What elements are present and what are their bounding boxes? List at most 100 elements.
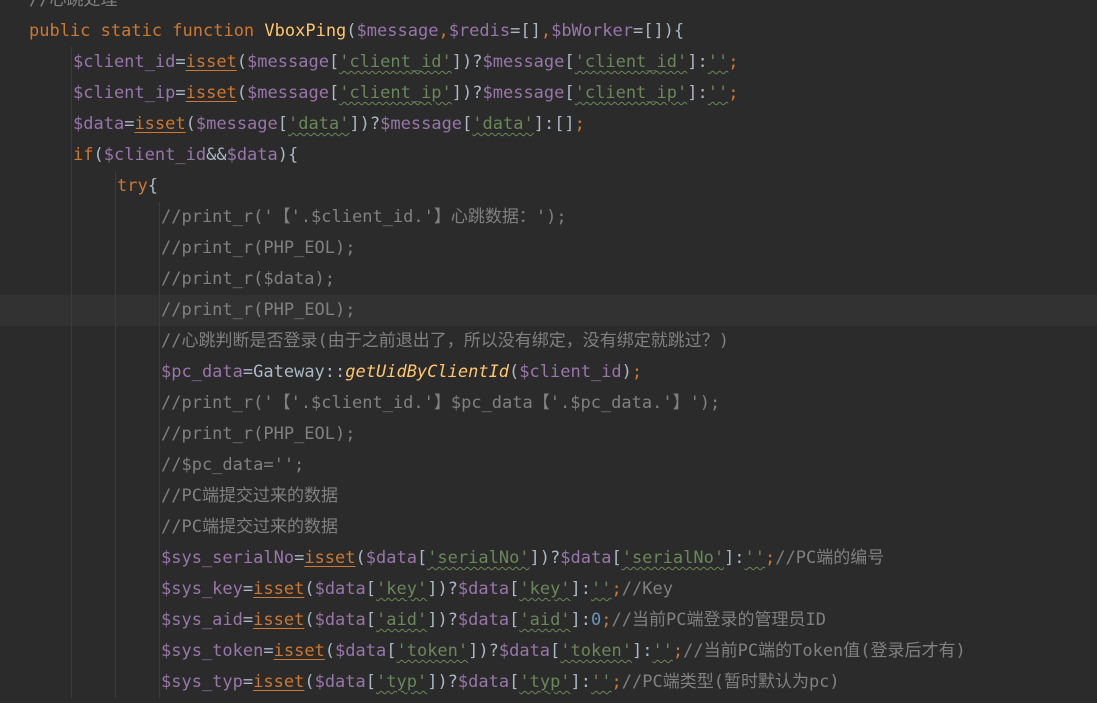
indent-guide (115, 202, 116, 233)
code-text: $sys_aid=isset($data['aid'])?$data['aid'… (161, 605, 826, 636)
indent-guide (71, 512, 72, 543)
indent-guide (71, 667, 72, 698)
code-token: ; (728, 52, 739, 72)
code-text: $data=isset($message['data'])?$message['… (73, 109, 585, 140)
code-token: [ (564, 52, 575, 72)
indent-guide (115, 357, 116, 388)
code-token: [ (611, 548, 622, 568)
code-token: $data (314, 579, 366, 599)
code-token: $message (247, 52, 329, 72)
code-line[interactable]: //print_r('【'.$client_id.'】心跳数据：'); (0, 202, 1097, 233)
code-line[interactable]: $sys_key=isset($data['key'])?$data['key'… (0, 574, 1097, 605)
code-line[interactable]: //print_r(PHP_EOL); (0, 419, 1097, 450)
indent-guide (71, 109, 72, 140)
code-token: '' (744, 548, 766, 568)
indent-guide (159, 295, 160, 326)
code-token: isset (253, 672, 305, 692)
code-token: //PC端提交过来的数据 (161, 517, 338, 537)
code-token: ]: (570, 672, 592, 692)
indent-guide (71, 233, 72, 264)
code-token: ])? (451, 52, 483, 72)
code-token: $sys_token (161, 641, 264, 661)
code-token: ( (324, 641, 336, 661)
code-line[interactable]: //PC端提交过来的数据 (0, 512, 1097, 543)
code-line[interactable]: $client_id=isset($message['client_id'])?… (0, 47, 1097, 78)
code-token: $data (457, 672, 510, 692)
code-line[interactable]: $sys_typ=isset($data['typ'])?$data['typ'… (0, 667, 1097, 698)
code-token: 'client_id' (574, 52, 688, 72)
code-line[interactable]: //PC端提交过来的数据 (0, 481, 1097, 512)
code-line[interactable]: //print_r($data); (0, 264, 1097, 295)
code-token: //print_r(PHP_EOL); (161, 238, 356, 258)
code-line[interactable]: //$pc_data=''; (0, 450, 1097, 481)
code-token: $message (356, 21, 439, 41)
code-token: isset (185, 52, 237, 72)
code-line[interactable]: if($client_id&&$data){ (0, 140, 1097, 171)
code-token: 'key' (519, 579, 571, 599)
code-token: //心跳处理 (29, 0, 118, 10)
code-token: $data (457, 579, 510, 599)
code-token: ; (574, 114, 585, 134)
indent-guide (115, 171, 116, 202)
code-token: ]:[] (533, 114, 575, 134)
code-token: $message (247, 83, 329, 103)
code-token: [ (277, 114, 289, 134)
code-line[interactable]: $data=isset($message['data'])?$message['… (0, 109, 1097, 140)
indent-guide (159, 512, 160, 543)
code-token: = (175, 83, 186, 103)
code-text: //print_r('【'.$client_id.'】心跳数据：'); (161, 202, 567, 233)
code-token: isset (134, 114, 186, 134)
code-line[interactable]: $client_ip=isset($message['client_ip'])?… (0, 78, 1097, 109)
indent-guide (71, 574, 72, 605)
code-token: ( (304, 672, 315, 692)
code-token: ( (346, 21, 357, 41)
code-token: $data (226, 145, 278, 165)
code-editor[interactable]: //心跳处理 public static function VboxPing($m… (0, 0, 1097, 703)
code-token: 'client_id' (339, 52, 452, 72)
code-token: ])? (529, 548, 561, 568)
indent-guide (71, 47, 72, 78)
code-line[interactable]: $sys_token=isset($data['token'])?$data['… (0, 636, 1097, 667)
code-line[interactable]: //心跳判断是否登录(由于之前退出了，所以没有绑定，没有绑定就跳过？) (0, 326, 1097, 357)
code-token: 'typ' (519, 672, 571, 692)
code-token: 'aid' (519, 610, 571, 630)
code-token: ])? (427, 610, 458, 630)
code-token: //print_r('【'.$client_id.'】心跳数据：'); (161, 207, 567, 227)
code-token: VboxPing (264, 21, 347, 41)
code-token: ]: (687, 52, 708, 72)
code-token: 0 (591, 610, 602, 630)
code-token: $bWorker (551, 21, 633, 41)
code-token: $data (314, 610, 366, 630)
code-token: = (263, 641, 274, 661)
indent-guide (115, 326, 116, 357)
code-line[interactable]: //print_r(PHP_EOL); (0, 295, 1097, 326)
code-line[interactable]: try{ (0, 171, 1097, 202)
indent-guide (71, 450, 72, 481)
indent-guide (115, 574, 116, 605)
code-token: //当前PC端的Token值(登录后才有) (683, 641, 966, 661)
code-token: = (124, 114, 135, 134)
code-token: '' (707, 52, 729, 72)
code-text: //PC端提交过来的数据 (161, 512, 338, 543)
code-token: //PC端的编号 (775, 548, 885, 568)
code-line[interactable]: //心跳处理 (0, 0, 1097, 16)
code-line[interactable]: $pc_data=Gateway::getUidByClientId($clie… (0, 357, 1097, 388)
code-token: 'serialNo' (621, 548, 725, 568)
indent-guide (71, 388, 72, 419)
code-line[interactable]: $sys_aid=isset($data['aid'])?$data['aid'… (0, 605, 1097, 636)
indent-guide (71, 264, 72, 295)
indent-guide (115, 450, 116, 481)
code-text: //print_r(PHP_EOL); (161, 295, 355, 326)
code-token: ; (601, 610, 612, 630)
indent-guide (159, 481, 160, 512)
code-line[interactable]: //print_r(PHP_EOL); (0, 233, 1097, 264)
code-line[interactable]: public static function VboxPing($message… (0, 16, 1097, 47)
code-line[interactable]: //print_r('【'.$client_id.'】$pc_data【'.$p… (0, 388, 1097, 419)
code-token: ( (304, 579, 315, 599)
code-token: ( (304, 610, 315, 630)
indent-guide (159, 605, 160, 636)
code-token: getUidByClientId (345, 362, 510, 382)
code-token: ])? (427, 579, 458, 599)
code-token: [ (365, 579, 377, 599)
code-line[interactable]: $sys_serialNo=isset($data['serialNo'])?$… (0, 543, 1097, 574)
